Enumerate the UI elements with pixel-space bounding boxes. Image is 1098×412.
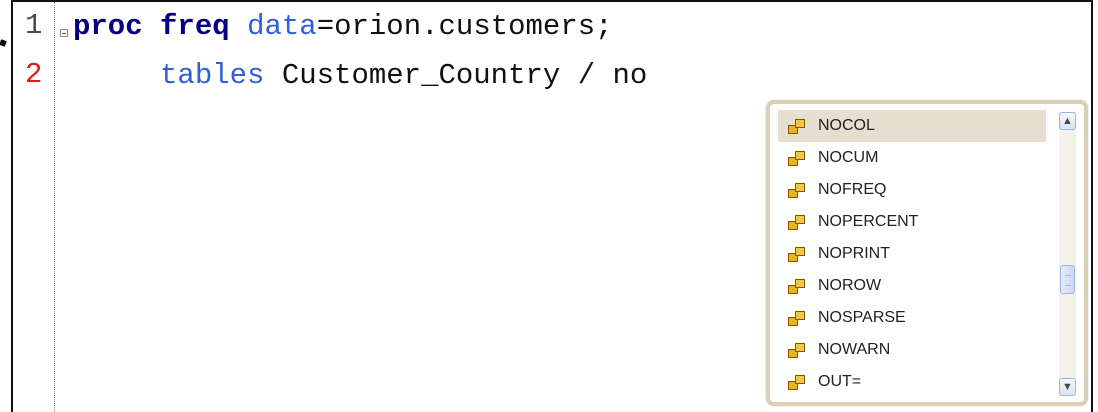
option-data: data (247, 10, 317, 43)
autocomplete-item-label: NOCOL (818, 117, 875, 134)
tables-arguments: Customer_Country / no (281, 59, 648, 92)
autocomplete-item-noprint[interactable]: NOPRINT (778, 238, 1046, 270)
autocomplete-list: NOCOL NOCUM NOFREQ NOPERCENT NOPRINT NOR… (778, 110, 1046, 398)
autocomplete-item-out[interactable]: OUT= (778, 366, 1046, 398)
option-icon (788, 182, 805, 198)
line-number-current: 2 (25, 58, 43, 91)
option-icon (788, 246, 805, 262)
option-icon (788, 278, 805, 294)
option-icon (788, 342, 805, 358)
keyword-proc: proc (73, 10, 143, 43)
autocomplete-item-label: NOCUM (818, 149, 879, 166)
option-icon (788, 214, 805, 230)
line-number-gutter: 1 2 (13, 2, 55, 412)
autocomplete-item-label: NOSPARSE (818, 309, 906, 326)
autocomplete-item-nopercent[interactable]: NOPERCENT (778, 206, 1046, 238)
data-value: =orion.customers; (316, 10, 613, 43)
autocomplete-item-norow[interactable]: NOROW (778, 270, 1046, 302)
autocomplete-item-nowarn[interactable]: NOWARN (778, 334, 1046, 366)
collapse-icon[interactable] (60, 29, 68, 37)
option-icon (788, 374, 805, 390)
autocomplete-item-label: NOPERCENT (818, 213, 919, 230)
code-line-1[interactable]: proc freq data=orion.customers; (73, 9, 613, 45)
option-icon (788, 150, 805, 166)
statement-tables: tables (160, 59, 265, 92)
autocomplete-popup[interactable]: NOCOL NOCUM NOFREQ NOPERCENT NOPRINT NOR… (766, 100, 1088, 406)
chevron-up-icon[interactable]: ▲ (1059, 112, 1076, 130)
autocomplete-item-label: NOFREQ (818, 181, 887, 198)
autocomplete-item-nocum[interactable]: NOCUM (778, 142, 1046, 174)
autocomplete-item-nofreq[interactable]: NOFREQ (778, 174, 1046, 206)
editor-edge-marker (0, 39, 7, 47)
scrollbar-thumb[interactable] (1060, 265, 1075, 294)
code-line-2[interactable]: tables Customer_Country / no (73, 58, 647, 94)
autocomplete-item-nosparse[interactable]: NOSPARSE (778, 302, 1046, 334)
option-icon (788, 118, 805, 134)
chevron-down-icon[interactable]: ▼ (1059, 378, 1076, 396)
autocomplete-item-label: OUT= (818, 373, 862, 390)
keyword-freq: freq (160, 10, 230, 43)
autocomplete-item-nocol[interactable]: NOCOL (778, 110, 1046, 142)
autocomplete-item-label: NOROW (818, 277, 882, 294)
autocomplete-item-label: NOWARN (818, 341, 891, 358)
line-number: 1 (25, 9, 43, 42)
autocomplete-item-label: NOPRINT (818, 245, 890, 262)
option-icon (788, 310, 805, 326)
autocomplete-scrollbar[interactable]: ▲ ▼ (1059, 112, 1076, 396)
